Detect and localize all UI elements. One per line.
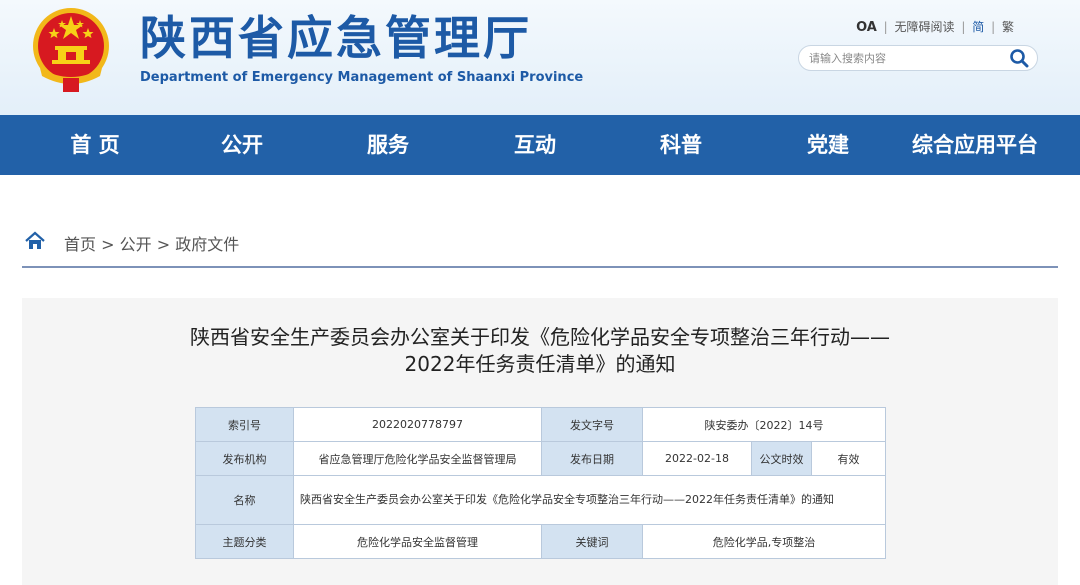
table-row: 主题分类 危险化学品安全监督管理 关键词 危险化学品,专项整治: [195, 524, 887, 559]
validity-label: 公文时效: [751, 441, 812, 476]
divider: |: [991, 20, 996, 34]
publish-date-label: 发布日期: [541, 441, 643, 476]
nav-item-home[interactable]: 首 页: [70, 115, 119, 175]
keywords-value: 危险化学品,专项整治: [641, 524, 887, 559]
top-links: OA | 无障碍阅读 | 简 | 繁: [856, 18, 1014, 35]
doc-number-label: 发文字号: [541, 407, 643, 442]
breadcrumb-gov-docs[interactable]: 政府文件: [175, 235, 239, 254]
breadcrumb-home[interactable]: 首页: [64, 235, 96, 254]
publisher-value: 省应急管理厅危险化学品安全监督管理局: [293, 441, 542, 476]
traditional-chinese-link[interactable]: 繁: [1002, 20, 1014, 34]
table-row: 索引号 2022020778797 发文字号 陕安委办〔2022〕14号: [195, 407, 887, 442]
search-icon[interactable]: [1009, 48, 1029, 68]
keywords-label: 关键词: [541, 524, 643, 559]
table-row: 名称 陕西省安全生产委员会办公室关于印发《危险化学品安全专项整治三年行动——20…: [195, 475, 887, 525]
doc-number-value: 陕安委办〔2022〕14号: [641, 407, 887, 442]
search-input[interactable]: [809, 49, 999, 67]
nav-item-service[interactable]: 服务: [367, 115, 409, 175]
name-value: 陕西省安全生产委员会办公室关于印发《危险化学品安全专项整治三年行动——2022年…: [292, 475, 887, 525]
breadcrumb-separator: >: [156, 235, 171, 254]
index-value: 2022020778797: [293, 407, 542, 442]
main-nav: 首 页 公开 服务 互动 科普 党建 综合应用平台: [0, 115, 1080, 175]
search-box: [798, 45, 1038, 71]
breadcrumb-open[interactable]: 公开: [120, 235, 152, 254]
site-header: 陕西省应急管理厅 Department of Emergency Managem…: [0, 0, 1080, 115]
nav-item-party[interactable]: 党建: [807, 115, 849, 175]
topic-label: 主题分类: [195, 524, 294, 559]
name-label: 名称: [195, 475, 294, 525]
publisher-label: 发布机构: [195, 441, 294, 476]
site-title: 陕西省应急管理厅: [140, 11, 532, 65]
breadcrumb-divider: [22, 266, 1058, 268]
national-emblem-icon[interactable]: [30, 6, 112, 94]
document-info-table: 索引号 2022020778797 发文字号 陕安委办〔2022〕14号 发布机…: [195, 407, 887, 559]
simplified-chinese-link[interactable]: 简: [972, 20, 984, 34]
nav-item-platform[interactable]: 综合应用平台: [912, 115, 1038, 175]
divider: |: [961, 20, 966, 34]
nav-item-open[interactable]: 公开: [221, 115, 263, 175]
index-label: 索引号: [195, 407, 294, 442]
breadcrumb-separator: >: [101, 235, 115, 254]
breadcrumb-path: 首页 > 公开 > 政府文件: [64, 231, 239, 255]
topic-value: 危险化学品安全监督管理: [293, 524, 542, 559]
home-icon: [24, 230, 46, 252]
publish-date-value: 2022-02-18: [642, 441, 752, 476]
validity-value: 有效: [810, 441, 887, 476]
document-title-line2: 2022年任务责任清单》的通知: [404, 352, 676, 376]
nav-item-interaction[interactable]: 互动: [514, 115, 556, 175]
site-title-english: Department of Emergency Management of Sh…: [140, 70, 584, 85]
document-title-line1: 陕西省安全生产委员会办公室关于印发《危险化学品安全专项整治三年行动——: [190, 325, 890, 349]
nav-item-science[interactable]: 科普: [660, 115, 702, 175]
oa-link[interactable]: OA: [856, 20, 877, 35]
accessibility-link[interactable]: 无障碍阅读: [895, 20, 955, 34]
divider: |: [883, 20, 888, 34]
document-title: 陕西省安全生产委员会办公室关于印发《危险化学品安全专项整治三年行动—— 2022…: [22, 324, 1058, 378]
table-row: 发布机构 省应急管理厅危险化学品安全监督管理局 发布日期 2022-02-18 …: [195, 441, 887, 476]
